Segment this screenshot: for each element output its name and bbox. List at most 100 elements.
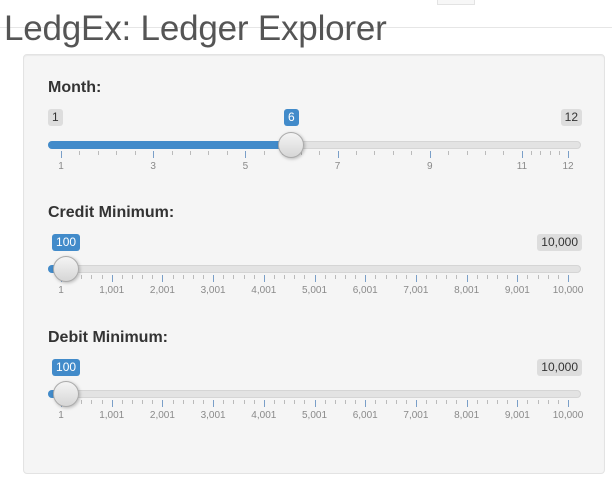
credit-minimum-minor-tick (334, 275, 336, 279)
debit-minimum-minor-tick (182, 400, 184, 404)
debit-minimum-major-tick (213, 400, 215, 407)
credit-minimum-major-tick (466, 275, 468, 282)
debit-minimum-tick-label: 9,001 (504, 410, 530, 421)
debit-minimum-tick-label: 2,001 (149, 410, 175, 421)
debit-minimum-minor-tick (355, 400, 357, 404)
debit-minimum-minor-tick (436, 400, 438, 404)
month-minor-tick (540, 151, 542, 155)
credit-minimum-major-tick (365, 275, 367, 282)
debit-minimum-major-tick (263, 400, 265, 407)
credit-minimum-major-tick (111, 275, 113, 282)
debit-minimum-minor-tick (91, 400, 93, 404)
credit-minimum-tick-label: 2,001 (149, 285, 175, 296)
credit-minimum-minor-tick (497, 275, 499, 279)
debit-minimum-minor-tick (507, 400, 509, 404)
credit-minimum-major-tick (415, 275, 417, 282)
credit-minimum-major-tick (263, 275, 265, 282)
credit-minimum-minor-tick (375, 275, 377, 279)
month-minor-tick (374, 151, 376, 155)
debit-minimum-slider-group: Debit Minimum: 100 10,000 1 1,001 2,001 3,0… (24, 329, 606, 449)
month-minor-tick (503, 151, 505, 155)
credit-minimum-minor-tick (91, 275, 93, 279)
credit-minimum-minor-tick (202, 275, 204, 279)
debit-minimum-minor-tick (324, 400, 326, 404)
debit-minimum-minor-tick (304, 400, 306, 404)
credit-minimum-slider-handle[interactable] (53, 256, 80, 282)
credit-minimum-minor-tick (243, 275, 245, 279)
debit-minimum-minor-tick (294, 400, 296, 404)
debit-minimum-minor-tick (456, 400, 458, 404)
credit-minimum-minor-tick (294, 275, 296, 279)
debit-minimum-slider-track[interactable] (48, 390, 581, 398)
debit-minimum-minor-tick (527, 400, 529, 404)
credit-minimum-minor-tick (121, 275, 123, 279)
debit-minimum-major-tick (517, 400, 519, 407)
debit-minimum-minor-tick (273, 400, 275, 404)
credit-minimum-minor-tick (131, 275, 133, 279)
debit-minimum-minor-tick (284, 400, 286, 404)
credit-minimum-major-tick (517, 275, 519, 282)
credit-minimum-minor-tick (355, 275, 357, 279)
debit-minimum-tick-label: 8,001 (454, 410, 480, 421)
month-tick-label: 1 (58, 161, 64, 172)
debit-minimum-minor-tick (395, 400, 397, 404)
month-label: Month: (48, 79, 102, 96)
debit-minimum-value-badge: 100 (52, 359, 81, 376)
month-minor-tick (319, 151, 321, 155)
month-slider-group: Month: 1 12 6 1 3 5 7 9 11 12 (24, 79, 606, 199)
debit-minimum-minor-tick (243, 400, 245, 404)
credit-minimum-major-tick (162, 275, 164, 282)
debit-minimum-minor-tick (131, 400, 133, 404)
credit-minimum-tick-label: 1 (58, 285, 64, 296)
credit-minimum-tick-label: 8,001 (454, 285, 480, 296)
debit-minimum-minor-tick (375, 400, 377, 404)
debit-minimum-major-tick (466, 400, 468, 407)
credit-minimum-minor-tick (537, 275, 539, 279)
credit-minimum-slider-track[interactable] (48, 265, 581, 273)
debit-minimum-tick-label: 10,000 (552, 410, 584, 421)
credit-minimum-minor-tick (507, 275, 509, 279)
month-tick-label: 3 (150, 161, 156, 172)
debit-minimum-minor-tick (557, 400, 559, 404)
debit-minimum-major-tick (568, 400, 569, 407)
month-min-badge: 1 (48, 109, 63, 126)
debit-minimum-minor-tick (344, 400, 346, 404)
month-minor-tick (549, 151, 551, 155)
credit-minimum-minor-tick (486, 275, 488, 279)
credit-minimum-minor-tick (233, 275, 235, 279)
credit-minimum-major-tick (213, 275, 215, 282)
debit-minimum-minor-tick (446, 400, 448, 404)
debit-minimum-tick-label: 3,001 (200, 410, 226, 421)
credit-minimum-minor-tick (344, 275, 346, 279)
debit-minimum-major-tick (415, 400, 417, 407)
month-minor-tick (97, 151, 99, 155)
credit-minimum-minor-tick (192, 275, 194, 279)
credit-minimum-minor-tick (172, 275, 174, 279)
credit-minimum-tick-label: 3,001 (200, 285, 226, 296)
month-tick-label: 11 (516, 161, 528, 172)
month-minor-tick (208, 151, 210, 155)
month-minor-tick (171, 151, 173, 155)
credit-minimum-minor-tick (182, 275, 184, 279)
month-minor-tick (466, 151, 468, 155)
credit-minimum-minor-tick (81, 275, 83, 279)
debit-minimum-major-tick (314, 400, 316, 407)
debit-minimum-minor-tick (172, 400, 174, 404)
debit-minimum-slider-handle[interactable] (53, 381, 80, 407)
credit-minimum-minor-tick (223, 275, 225, 279)
credit-minimum-minor-tick (324, 275, 326, 279)
debit-minimum-tick-label: 4,001 (251, 410, 277, 421)
debit-minimum-minor-tick (486, 400, 488, 404)
debit-minimum-minor-tick (233, 400, 235, 404)
debit-minimum-minor-tick (142, 400, 144, 404)
debit-minimum-major-tick (111, 400, 113, 407)
credit-minimum-minor-tick (426, 275, 428, 279)
credit-minimum-minor-tick (101, 275, 103, 279)
credit-minimum-tick-label: 7,001 (403, 285, 429, 296)
debit-minimum-minor-tick (334, 400, 336, 404)
month-minor-tick (226, 151, 228, 155)
month-tick-label: 9 (426, 161, 433, 172)
month-minor-tick (190, 151, 192, 155)
sidebar-panel: Month: 1 12 6 1 3 5 7 9 11 12 Credit Minimum: … (23, 54, 605, 474)
credit-minimum-minor-tick (253, 275, 255, 279)
